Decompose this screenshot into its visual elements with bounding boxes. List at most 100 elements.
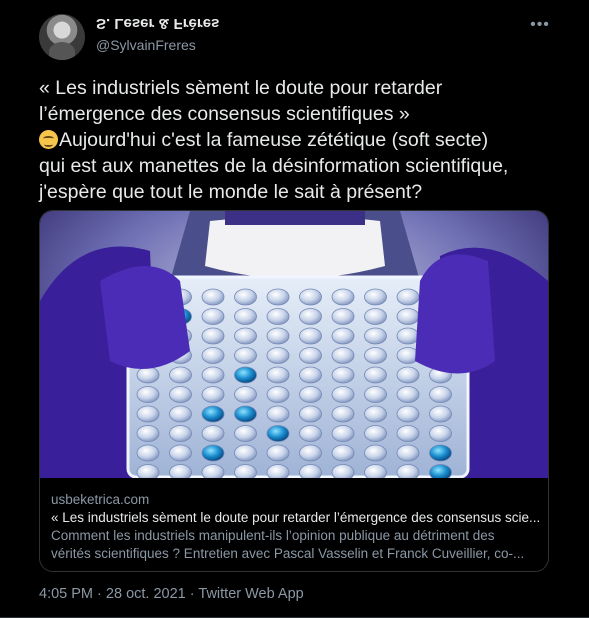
tweet-text-line: j'espère que tout le monde le sait à pré… [39, 181, 423, 203]
sample-well [234, 347, 257, 364]
sample-well [201, 425, 225, 442]
sample-well [364, 405, 387, 423]
avatar[interactable] [39, 14, 85, 60]
sample-well [299, 386, 322, 403]
link-card-image[interactable] [40, 211, 548, 478]
tweet-text-line: « Les industriels sèment le doute pour r… [39, 77, 443, 99]
sample-well [364, 444, 387, 462]
sample-well [364, 425, 387, 442]
separator: · [189, 586, 195, 602]
sample-well [299, 464, 322, 478]
sample-well [331, 308, 355, 325]
sample-well [299, 288, 322, 306]
sample-well [201, 288, 225, 306]
sample-well [396, 444, 420, 462]
tweet-time[interactable]: 4:05 PM [39, 586, 93, 602]
sample-well [136, 444, 160, 462]
sample-well [136, 464, 160, 478]
tweet-metadata: 4:05 PM · 28 oct. 2021 · Twitter Web App [39, 586, 304, 602]
link-card-domain: usbeketrica.com [51, 492, 150, 507]
sample-well [396, 386, 420, 403]
sample-well [266, 308, 290, 325]
sample-well [201, 444, 225, 462]
sample-well [169, 405, 192, 423]
sample-well [396, 425, 420, 442]
sample-well [364, 464, 387, 478]
sample-well [396, 288, 420, 306]
sample-well [234, 444, 257, 462]
sample-well [299, 425, 322, 442]
sample-well [234, 366, 257, 384]
sample-well [266, 425, 290, 442]
sample-well [331, 444, 355, 462]
link-card-title[interactable]: « Les industriels sèment le doute pour r… [51, 509, 541, 527]
link-card-description: Comment les industriels manipulent-ils l… [51, 527, 541, 563]
sample-well [299, 308, 322, 325]
sample-well [266, 288, 290, 306]
sample-well [234, 327, 257, 345]
sample-well [331, 405, 355, 423]
sample-well [331, 288, 355, 306]
sample-well [266, 405, 290, 423]
sample-well [331, 327, 355, 345]
sample-well [429, 444, 452, 462]
sample-well [266, 366, 290, 384]
sample-well [136, 425, 160, 442]
sample-well [136, 366, 160, 384]
link-card-description-line: Comment les industriels manipulent-ils l… [51, 528, 495, 543]
sample-well [266, 347, 290, 364]
sample-well [201, 347, 225, 364]
sample-well [201, 327, 225, 345]
sample-well [396, 464, 420, 478]
tweet: S. Leser & Frères @SylvainFreres ••• « L… [0, 0, 589, 618]
sample-well [364, 386, 387, 403]
tweet-source[interactable]: Twitter Web App [198, 586, 303, 602]
sample-well [396, 405, 420, 423]
sample-well [299, 444, 322, 462]
sample-well [299, 366, 322, 384]
sample-well [364, 327, 387, 345]
display-name[interactable]: S. Leser & Frères [96, 15, 219, 32]
sample-well [299, 347, 322, 364]
sample-well [201, 386, 225, 403]
sample-well [331, 347, 355, 364]
sample-well [266, 327, 290, 345]
sample-well [201, 464, 225, 478]
sample-well [364, 288, 387, 306]
sample-well [331, 425, 355, 442]
separator: · [97, 586, 102, 602]
sample-well [364, 347, 387, 364]
tweet-text-segment: Aujourd'hui c'est la fameuse zététique (… [59, 129, 489, 151]
sample-well [429, 405, 452, 423]
sample-well [136, 405, 160, 423]
sample-well [201, 405, 225, 423]
sample-well [364, 366, 387, 384]
sample-well [299, 327, 322, 345]
sample-well [201, 308, 225, 325]
sample-well [364, 308, 387, 325]
sample-well [299, 405, 322, 423]
sample-well [331, 386, 355, 403]
tweet-text-line: Aujourd'hui c'est la fameuse zététique (… [39, 127, 551, 153]
sample-well [396, 366, 420, 384]
tweet-date[interactable]: 28 oct. 2021 [106, 586, 186, 602]
sample-well [331, 464, 355, 478]
sample-well [266, 386, 290, 403]
user-handle[interactable]: @SylvainFreres [96, 37, 196, 53]
sample-well [396, 327, 420, 345]
sample-well [266, 444, 290, 462]
sample-well [169, 366, 192, 384]
more-options-icon[interactable]: ••• [528, 17, 552, 33]
sample-well [169, 386, 192, 403]
link-card-meta[interactable]: usbeketrica.com « Les industriels sèment… [51, 491, 541, 563]
sample-well [396, 308, 420, 325]
sample-well [234, 308, 257, 325]
sample-well [234, 288, 257, 306]
link-card[interactable]: usbeketrica.com « Les industriels sèment… [39, 210, 549, 572]
sample-well [234, 405, 257, 423]
smiling-face-icon [39, 130, 58, 149]
sample-well [266, 464, 290, 478]
tweet-text-line: l’émergence des consensus scientifiques … [39, 103, 410, 125]
sample-well [429, 464, 452, 478]
sample-well [234, 386, 257, 403]
